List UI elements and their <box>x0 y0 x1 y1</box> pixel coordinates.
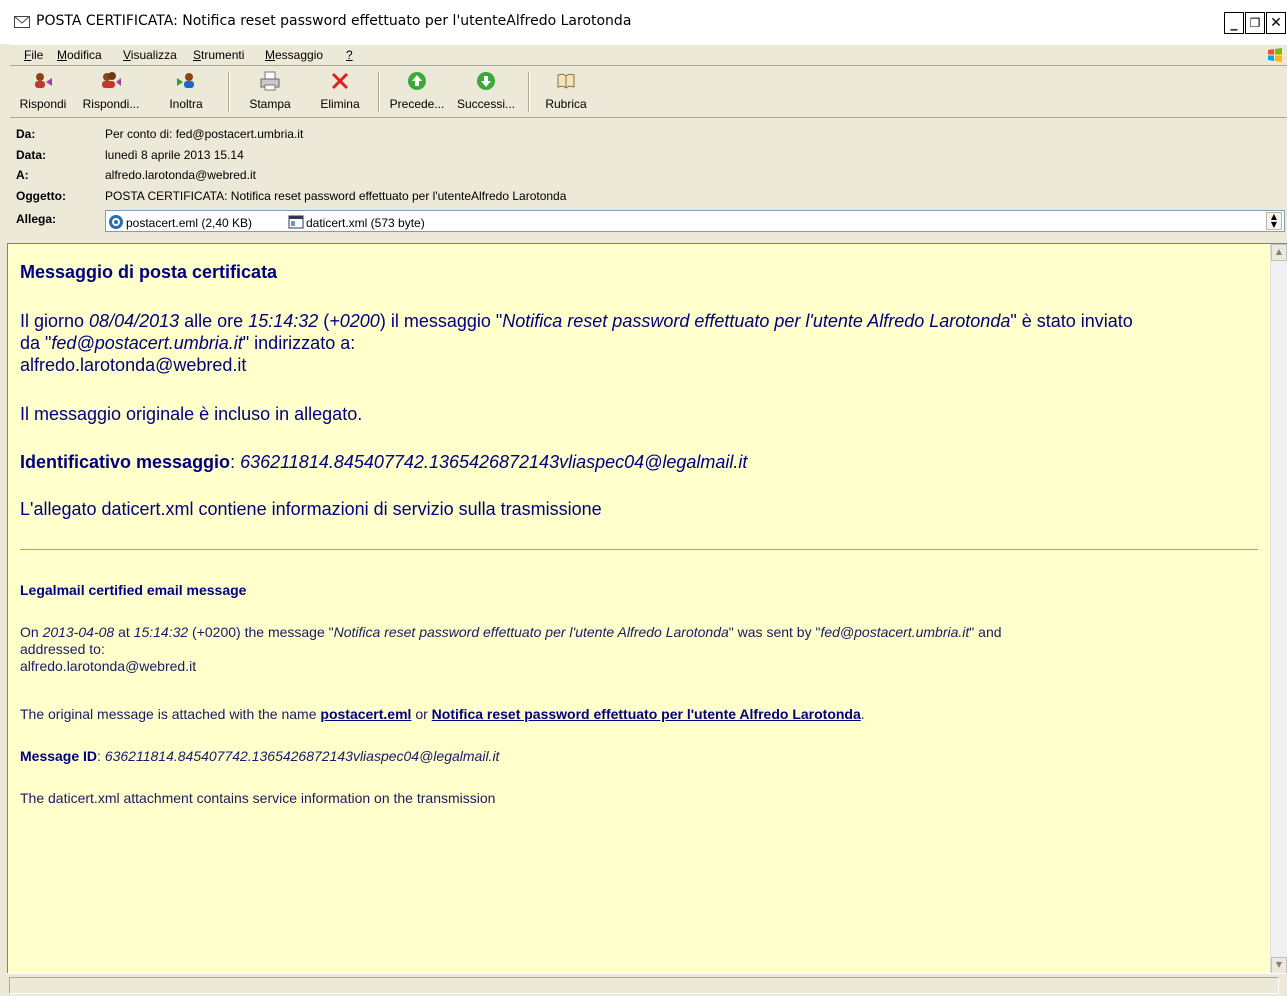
envelope-icon <box>14 16 30 28</box>
close-button[interactable]: ✕ <box>1266 12 1286 34</box>
menu-bar: File Modifica Visualizza Strumenti Messa… <box>10 44 1287 66</box>
en-paragraph-1: On 2013-04-08 at 15:14:32 (+0200) the me… <box>20 624 1002 674</box>
title-bar[interactable]: POSTA CERTIFICATA: Notifica reset passwo… <box>0 0 1287 44</box>
message-headers: Da: Per conto di: fed@postacert.umbria.i… <box>10 122 1287 240</box>
it-recipient: alfredo.larotonda@webred.it <box>20 355 247 375</box>
it-paragraph-4: L'allegato daticert.xml contiene informa… <box>20 499 602 519</box>
attachment-postacert[interactable]: postacert.eml (2,40 KB) <box>108 214 252 230</box>
menu-messaggio[interactable]: Messaggio <box>265 48 323 62</box>
previous-button[interactable]: Precede... <box>384 70 450 114</box>
vertical-scrollbar[interactable]: ▲ ▼ <box>1270 244 1287 974</box>
reply-all-icon <box>102 72 121 88</box>
address-book-icon <box>557 73 575 89</box>
arrow-up-icon <box>408 72 426 90</box>
delete-button[interactable]: Elimina <box>310 70 370 114</box>
scroll-down-arrow-icon[interactable]: ▼ <box>1271 957 1287 974</box>
postacert-link[interactable]: postacert.eml <box>320 706 411 722</box>
outlook-express-message-window: POSTA CERTIFICATA: Notifica reset passwo… <box>0 0 1287 996</box>
en-recipient: alfredo.larotonda@webred.it <box>20 658 197 674</box>
toolbar-separator <box>228 72 230 112</box>
it-message-id: Identificativo messaggio: 636211814.8454… <box>20 452 748 472</box>
en-paragraph-2: The original message is attached with th… <box>20 706 865 722</box>
subject-label: Oggetto: <box>16 189 66 203</box>
arrow-down-icon <box>477 72 495 90</box>
print-button[interactable]: Stampa <box>238 70 302 114</box>
to-value[interactable]: alfredo.larotonda@webred.it <box>105 168 256 182</box>
status-pane <box>9 977 1279 994</box>
reply-button[interactable]: Rispondi <box>12 70 74 114</box>
reply-all-button[interactable]: Rispondi... <box>76 70 146 114</box>
message-body: Messaggio di posta certificata Il giorno… <box>7 243 1287 974</box>
menu-modifica[interactable]: Modifica <box>57 48 102 62</box>
attachments-scroll-spinner[interactable]: ▲ ▼ <box>1266 212 1282 230</box>
menu-help[interactable]: ? <box>346 48 353 62</box>
windows-logo-icon <box>1268 48 1282 62</box>
toolbar-separator <box>378 72 380 112</box>
menu-file[interactable]: File <box>24 48 43 62</box>
reply-icon <box>35 73 52 88</box>
en-heading: Legalmail certified email message <box>20 582 247 598</box>
divider <box>20 549 1258 550</box>
forward-button[interactable]: Inoltra <box>158 70 214 114</box>
from-label: Da: <box>16 127 36 141</box>
en-paragraph-4: The daticert.xml attachment contains ser… <box>20 790 496 806</box>
status-bar <box>7 973 1287 996</box>
attachment-daticert[interactable]: daticert.xml (573 byte) <box>288 214 425 230</box>
en-message-id: Message ID: 636211814.845407742.13654268… <box>20 748 500 764</box>
menu-visualizza[interactable]: Visualizza <box>123 48 177 62</box>
restore-button[interactable]: ❐ <box>1245 12 1265 34</box>
window-title: POSTA CERTIFICATA: Notifica reset passwo… <box>36 13 632 29</box>
next-button[interactable]: Successi... <box>452 70 520 114</box>
date-value: lunedì 8 aprile 2013 15.14 <box>105 148 244 162</box>
address-book-button[interactable]: Rubrica <box>536 70 596 114</box>
attachments-field: postacert.eml (2,40 KB) daticert.xml (57… <box>105 210 1285 232</box>
it-paragraph-2: Il messaggio originale è incluso in alle… <box>20 404 363 424</box>
attach-label: Allega: <box>16 212 57 226</box>
from-value[interactable]: Per conto di: fed@postacert.umbria.it <box>105 127 303 141</box>
xml-icon <box>288 215 304 229</box>
subject-value: POSTA CERTIFICATA: Notifica reset passwo… <box>105 189 567 203</box>
eml-icon <box>109 215 123 229</box>
menu-strumenti[interactable]: Strumenti <box>193 48 244 62</box>
toolbar: Rispondi Rispondi... Inoltra Stampa Elim… <box>10 66 1287 118</box>
date-label: Data: <box>16 148 47 162</box>
printer-icon <box>260 71 280 91</box>
it-heading: Messaggio di posta certificata <box>20 262 278 282</box>
original-message-link[interactable]: Notifica reset password effettuato per l… <box>432 706 861 722</box>
toolbar-separator <box>528 72 530 112</box>
forward-icon <box>177 73 194 88</box>
minimize-button[interactable]: _ <box>1224 12 1244 34</box>
delete-x-icon <box>331 72 349 90</box>
scroll-up-arrow-icon[interactable]: ▲ <box>1271 244 1287 261</box>
it-paragraph-1: Il giorno 08/04/2013 alle ore 15:14:32 (… <box>20 311 1133 375</box>
to-label: A: <box>16 168 29 182</box>
